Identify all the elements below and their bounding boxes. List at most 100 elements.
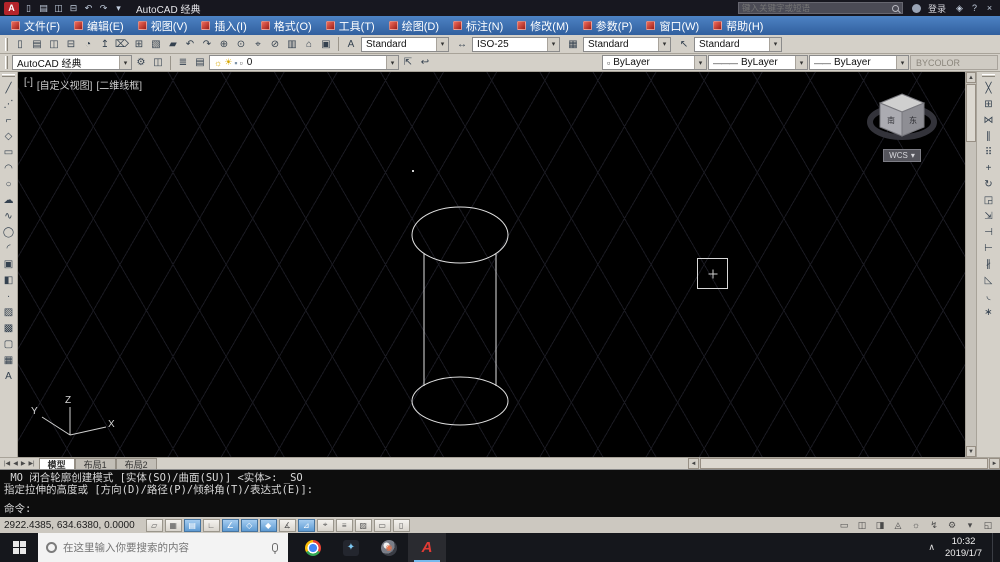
wcs-menu[interactable]: WCS ▾ (883, 149, 921, 162)
coordinate-readout[interactable]: 2922.4385, 634.6380, 0.0000 (4, 520, 135, 531)
vertical-scrollbar[interactable]: ▲ ▼ (965, 72, 976, 457)
redo-icon[interactable]: ↷ (199, 37, 215, 52)
line-icon[interactable]: ╱ (1, 80, 17, 96)
help-search-input[interactable] (741, 3, 889, 13)
last-tab-icon[interactable]: ▶| (28, 460, 34, 467)
ducs-toggle[interactable]: ⊿ (297, 518, 315, 532)
osnap-3d-toggle[interactable]: ◆ (259, 518, 277, 532)
signin-label[interactable]: 登录 (928, 2, 946, 15)
polygon-icon[interactable]: ◇ (1, 128, 17, 144)
chevron-down-icon[interactable]: ▾ (769, 37, 781, 51)
qa-open-icon[interactable]: ▤ (37, 3, 50, 14)
first-tab-icon[interactable]: |◀ (4, 460, 10, 467)
new-icon[interactable]: ▯ (12, 37, 28, 52)
chevron-down-icon[interactable]: ▾ (694, 56, 706, 69)
layer-on-icon[interactable]: ☼ (214, 58, 222, 68)
table-style-icon[interactable]: ▦ (565, 37, 581, 52)
command-prompt[interactable]: 命令: (4, 503, 996, 515)
vertical-scroll-thumb[interactable] (966, 84, 976, 142)
annotation-visibility-icon[interactable]: ☼ (908, 519, 924, 532)
selection-cycling-toggle[interactable]: ▯ (392, 518, 410, 532)
quick-view-drawings-icon[interactable]: ◨ (872, 519, 888, 532)
array-icon[interactable]: ⠿ (981, 144, 997, 160)
menu-item[interactable]: 参数(P) (576, 16, 640, 35)
qa-save-icon[interactable]: ◫ (52, 3, 65, 14)
chevron-down-icon[interactable]: ▾ (795, 56, 807, 69)
quick-view-layouts-icon[interactable]: ◫ (854, 519, 870, 532)
menu-item[interactable]: 修改(M) (510, 16, 576, 35)
ellipse-arc-icon[interactable]: ◜ (1, 240, 17, 256)
make-block-icon[interactable]: ◧ (1, 272, 17, 288)
toolbar-grip[interactable] (2, 74, 15, 77)
arc-icon[interactable]: ◠ (1, 160, 17, 176)
layer-previous-icon[interactable]: ↩ (417, 55, 433, 70)
qa-new-icon[interactable]: ▯ (22, 3, 35, 14)
make-current-icon[interactable]: ⇱ (400, 55, 416, 70)
polyline-icon[interactable]: ⌐ (1, 112, 17, 128)
menu-item[interactable]: 格式(O) (254, 16, 319, 35)
layer-lock-icon[interactable]: ▪ (234, 58, 237, 68)
mtext-icon[interactable]: A (1, 368, 17, 384)
paste-icon[interactable]: ▧ (148, 37, 164, 52)
point-icon[interactable]: ∙ (1, 288, 17, 304)
infer-constraints-toggle[interactable]: ▱ (145, 518, 163, 532)
spline-icon[interactable]: ∿ (1, 208, 17, 224)
exchange-apps-icon[interactable]: ◈ (953, 3, 966, 14)
table-icon[interactable]: ▦ (1, 352, 17, 368)
chevron-down-icon[interactable]: ▾ (658, 37, 670, 51)
qa-dropdown-icon[interactable]: ▾ (112, 3, 125, 14)
lineweight-toggle[interactable]: ≡ (335, 518, 353, 532)
insert-block-icon[interactable]: ▣ (1, 256, 17, 272)
menu-item[interactable]: 窗口(W) (639, 16, 706, 35)
toolbar-grip[interactable] (5, 56, 8, 69)
mleader-style-icon[interactable]: ↖ (676, 37, 692, 52)
fillet-icon[interactable]: ◟ (981, 288, 997, 304)
qa-undo-icon[interactable]: ↶ (82, 3, 95, 14)
help-icon[interactable]: ? (968, 3, 981, 13)
publish-icon[interactable]: ↥ (97, 37, 113, 52)
move-icon[interactable]: + (981, 160, 997, 176)
menu-item[interactable]: 编辑(E) (67, 16, 131, 35)
tray-expand-icon[interactable]: ∧ (928, 542, 935, 553)
microphone-icon[interactable] (272, 543, 278, 552)
dyn-toggle[interactable]: ⌖ (316, 518, 334, 532)
start-button[interactable] (0, 533, 38, 562)
chevron-down-icon[interactable]: ▾ (896, 56, 908, 69)
stretch-icon[interactable]: ⇲ (981, 208, 997, 224)
region-icon[interactable]: ▢ (1, 336, 17, 352)
break-icon[interactable]: ∦ (981, 256, 997, 272)
erase-icon[interactable]: ╳ (981, 80, 997, 96)
construction-line-icon[interactable]: ⋰ (1, 96, 17, 112)
signin-person-icon[interactable] (911, 3, 921, 13)
plot-preview-icon[interactable]: ◔ (80, 37, 96, 52)
gradient-icon[interactable]: ▩ (1, 320, 17, 336)
match-properties-icon[interactable]: ▰ (165, 37, 181, 52)
copy-clip-icon[interactable]: ⊞ (131, 37, 147, 52)
menu-item[interactable]: 帮助(H) (706, 16, 770, 35)
horizontal-scrollbar[interactable]: ◄ ► (688, 458, 1000, 469)
workspace-settings-icon[interactable]: ⚙ (133, 55, 149, 70)
layout-tab[interactable]: 布局1 (74, 458, 116, 470)
color-combo[interactable]: ▫ ByLayer ▾ (602, 55, 707, 70)
chevron-down-icon[interactable]: ▾ (119, 56, 131, 69)
chrome-icon[interactable] (294, 533, 332, 562)
qa-redo-icon[interactable]: ↷ (97, 3, 110, 14)
snap-toggle[interactable]: ▦ (164, 518, 182, 532)
scroll-up-icon[interactable]: ▲ (966, 72, 976, 83)
extend-icon[interactable]: ⊢ (981, 240, 997, 256)
open-icon[interactable]: ▤ (29, 37, 45, 52)
cut-icon[interactable]: ⌦ (114, 37, 130, 52)
layout-tab[interactable]: 模型 (38, 458, 75, 470)
app-logo[interactable]: A (4, 1, 19, 15)
close-icon[interactable]: × (983, 3, 996, 13)
pan-icon[interactable]: ⊕ (216, 37, 232, 52)
search-icon[interactable] (891, 4, 899, 12)
menu-item[interactable]: 视图(V) (131, 16, 195, 35)
capture-app-icon[interactable]: ◉ (370, 533, 408, 562)
menu-item[interactable]: 绘图(D) (382, 16, 446, 35)
menu-item[interactable]: 插入(I) (194, 16, 253, 35)
linetype-combo[interactable]: ——— ByLayer ▾ (708, 55, 808, 70)
copy-icon[interactable]: ⊞ (981, 96, 997, 112)
scroll-left-icon[interactable]: ◄ (688, 458, 699, 469)
zoom-previous-icon[interactable]: ⊘ (267, 37, 283, 52)
